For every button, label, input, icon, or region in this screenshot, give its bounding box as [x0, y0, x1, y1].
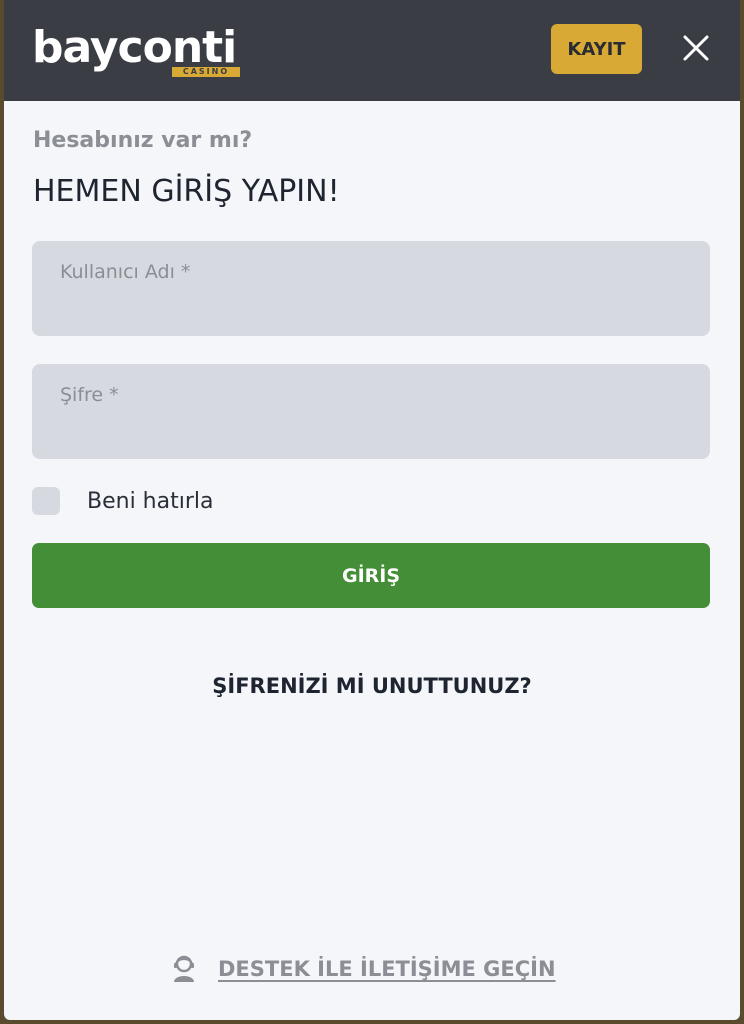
password-field-wrapper: Şifre *: [32, 364, 710, 459]
page-title: HEMEN GİRİŞ YAPIN!: [33, 174, 340, 209]
username-input[interactable]: [32, 241, 710, 336]
close-button[interactable]: [676, 28, 716, 68]
login-button[interactable]: GİRİŞ: [32, 543, 710, 608]
support-contact-label[interactable]: DESTEK İLE İLETİŞİME GEÇİN: [218, 957, 556, 981]
support-agent-icon: [174, 955, 194, 982]
register-button[interactable]: KAYIT: [551, 24, 642, 74]
password-input[interactable]: [32, 364, 710, 459]
remember-me-label[interactable]: Beni hatırla: [87, 489, 213, 514]
brand-logo: bayconti CASINO: [32, 22, 252, 82]
support-contact-link[interactable]: DESTEK İLE İLETİŞİME GEÇİN: [170, 952, 556, 986]
login-subtitle: Hesabınız var mı?: [33, 128, 253, 153]
logo-casino-tag: CASINO: [172, 67, 240, 77]
username-field-wrapper: Kullanıcı Adı *: [32, 241, 710, 336]
remember-me-checkbox[interactable]: [32, 487, 60, 515]
close-icon: [683, 35, 709, 61]
modal-header: bayconti CASINO KAYIT: [4, 0, 740, 101]
login-modal: bayconti CASINO KAYIT Hesabınız var mı? …: [4, 0, 740, 1020]
remember-me-row: Beni hatırla: [32, 486, 213, 516]
forgot-password-link[interactable]: ŞİFRENİZİ Mİ UNUTTUNUZ?: [4, 674, 740, 698]
